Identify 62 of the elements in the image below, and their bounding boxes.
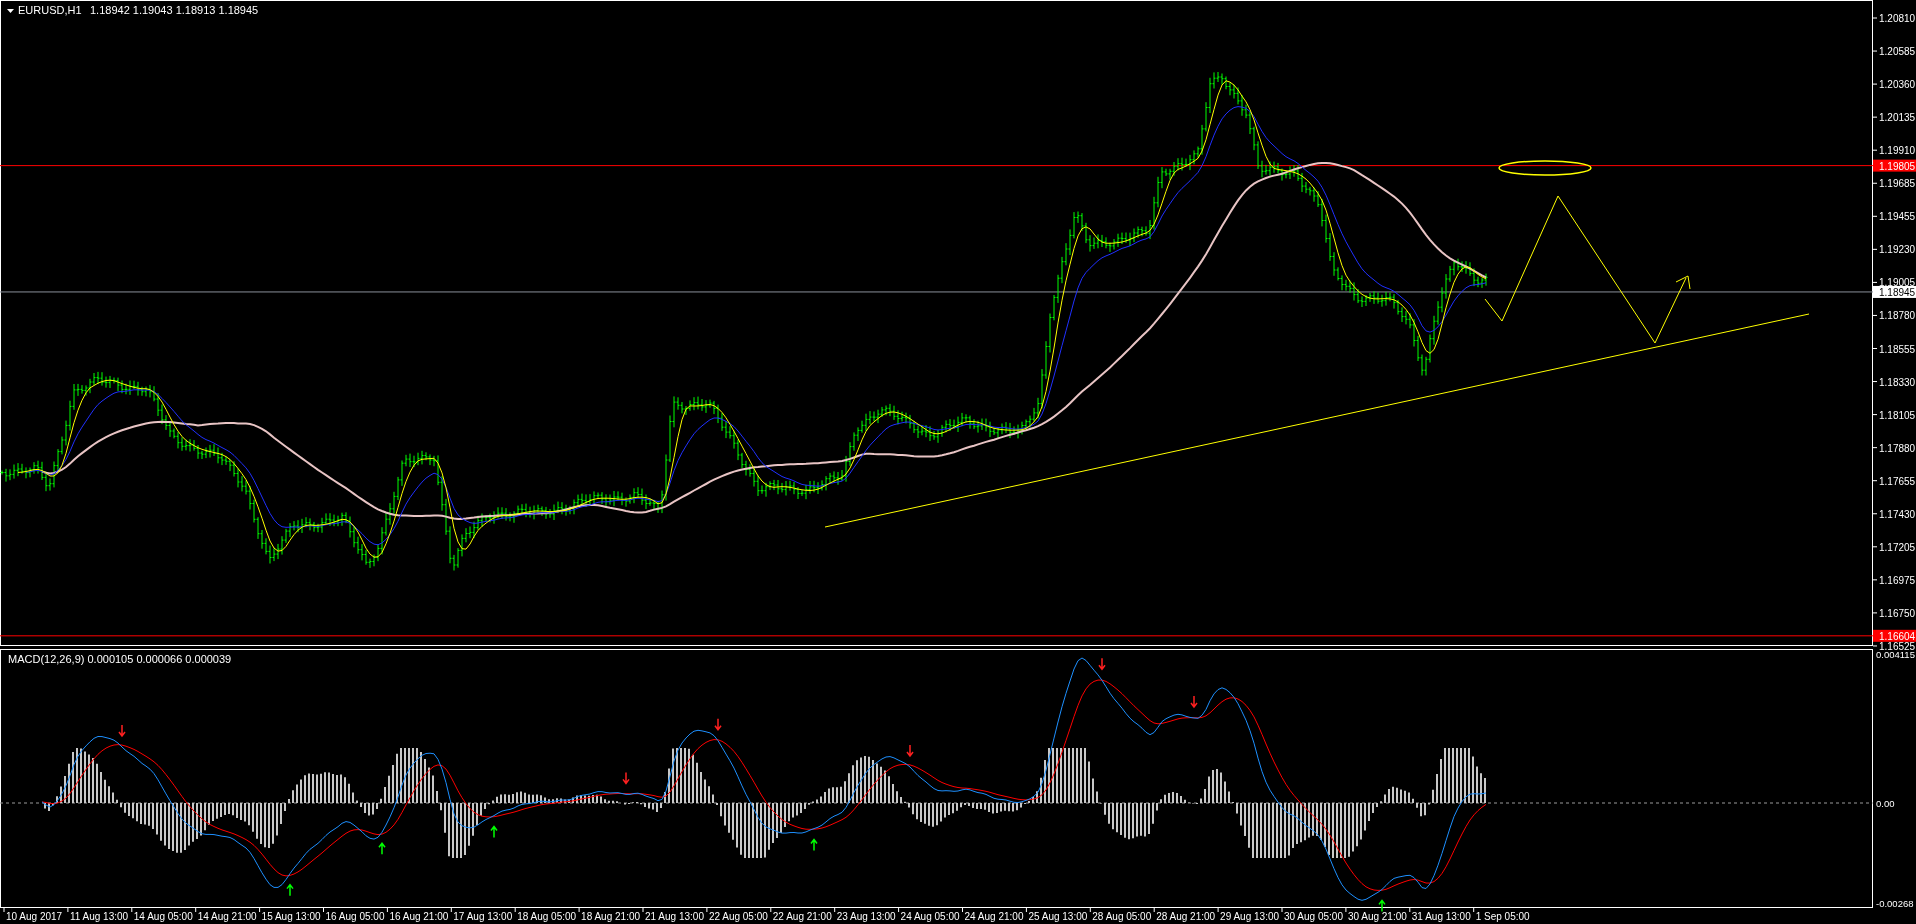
down-arrow-icon xyxy=(118,724,126,738)
down-arrow-icon xyxy=(714,718,722,731)
time-axis-label: 11 Aug 13:00 xyxy=(69,911,129,922)
up-arrow-icon xyxy=(378,842,386,855)
time-axis-label: 28 Aug 21:00 xyxy=(1156,911,1216,922)
time-axis-label: 21 Aug 13:00 xyxy=(645,911,704,922)
price-axis-label: 1.19685 xyxy=(1879,178,1916,190)
time-axis-label: 15 Aug 13:00 xyxy=(261,911,321,922)
down-arrow-icon xyxy=(1098,657,1106,671)
time-axis-label: 10 Aug 2017 xyxy=(6,911,63,922)
down-arrow-icon xyxy=(1190,695,1198,709)
price-axis-label: 1.19230 xyxy=(1879,244,1916,256)
indicator-title: MACD(12,26,9) 0.000105 0.000066 0.000039 xyxy=(8,653,232,665)
price-axis-label: 1.20360 xyxy=(1879,79,1916,91)
time-axis-label: 18 Aug 21:00 xyxy=(581,911,641,922)
time-axis-label: 14 Aug 05:00 xyxy=(133,911,193,922)
price-axis-label: 1.20810 xyxy=(1879,13,1916,24)
time-axis-label: 25 Aug 13:00 xyxy=(1028,911,1088,922)
quote-values: 1.18942 1.19043 1.18913 1.18945 xyxy=(90,4,259,16)
time-axis-label: 1 Sep 05:00 xyxy=(1475,911,1530,922)
price-axis-label: 1.18555 xyxy=(1879,343,1916,355)
time-axis-label: 18 Aug 05:00 xyxy=(517,911,577,922)
price-axis-label: 1.18330 xyxy=(1879,376,1916,388)
symbol-label: EURUSD,H1 xyxy=(18,4,82,16)
up-arrow-icon xyxy=(286,883,294,897)
time-axis-label: 24 Aug 05:00 xyxy=(900,911,960,922)
up-arrow-icon xyxy=(1378,899,1386,913)
price-axis-label: 1.20585 xyxy=(1879,46,1916,58)
time-axis-label: 16 Aug 05:00 xyxy=(325,911,385,922)
price-axis-label: 1.20135 xyxy=(1879,112,1916,124)
down-arrow-icon xyxy=(622,771,630,785)
price-axis-label: 1.19455 xyxy=(1879,211,1916,223)
indicator-axis-label: 0.004115 xyxy=(1876,649,1915,660)
time-axis-label: 31 Aug 13:00 xyxy=(1411,911,1471,922)
time-axis-label: 22 Aug 05:00 xyxy=(708,911,768,922)
price-axis-label: 1.16750 xyxy=(1879,607,1916,619)
time-axis-label: 24 Aug 21:00 xyxy=(964,911,1024,922)
time-axis-label: 16 Aug 21:00 xyxy=(389,911,449,922)
time-axis-label: 28 Aug 05:00 xyxy=(1092,911,1152,922)
time-axis-label: 23 Aug 13:00 xyxy=(836,911,896,922)
time-axis-label: 17 Aug 13:00 xyxy=(453,911,513,922)
dropdown-triangle-icon[interactable] xyxy=(7,9,14,13)
price-axis-label: 1.19910 xyxy=(1879,145,1916,157)
price-axis-label: 1.18105 xyxy=(1879,409,1916,421)
price-axis-label: 1.17430 xyxy=(1879,508,1916,520)
price-axis-label: 1.17655 xyxy=(1879,475,1916,487)
indicator-axis-label: 0.00 xyxy=(1876,798,1895,809)
price-axis-label: 1.16525 xyxy=(1879,640,1916,652)
indicator-axis-label: -0.00268 xyxy=(1876,898,1914,909)
time-axis-label: 30 Aug 05:00 xyxy=(1284,911,1343,922)
up-arrow-icon xyxy=(810,838,818,852)
time-axis-label: 29 Aug 13:00 xyxy=(1220,911,1280,922)
time-axis-label: 14 Aug 21:00 xyxy=(197,911,257,922)
time-axis-label: 22 Aug 21:00 xyxy=(772,911,832,922)
up-arrow-icon xyxy=(490,825,498,839)
price-axis-label: 1.16975 xyxy=(1879,574,1916,586)
price-axis-label: 1.17880 xyxy=(1879,442,1916,454)
price-axis-label: 1.17205 xyxy=(1879,541,1916,553)
down-arrow-icon xyxy=(906,744,914,758)
price-axis-label: 1.18780 xyxy=(1879,310,1916,322)
time-axis-label: 30 Aug 21:00 xyxy=(1347,911,1407,922)
price-tag: 1.18945 xyxy=(1873,285,1916,298)
